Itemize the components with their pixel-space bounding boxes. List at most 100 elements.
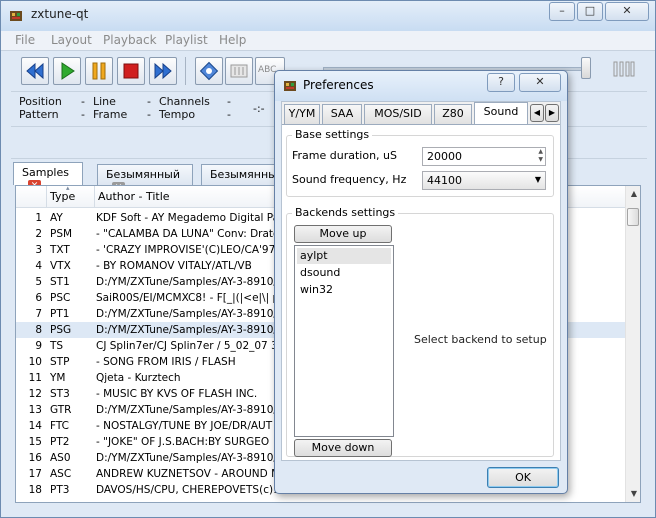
row-index: 17 <box>28 468 42 480</box>
line-value: - <box>147 95 151 108</box>
previous-button[interactable] <box>21 57 49 85</box>
seek-slider-handle[interactable] <box>581 57 591 79</box>
column-title[interactable]: Author - Title <box>98 190 170 203</box>
tab-ay-ym[interactable]: Y/YM <box>284 104 320 124</box>
row-index: 9 <box>35 340 42 352</box>
header-separator <box>94 186 95 208</box>
row-type: AY <box>50 212 63 224</box>
row-type: YM <box>50 372 66 384</box>
row-type: PSC <box>50 292 71 304</box>
row-index: 8 <box>35 324 42 336</box>
menu-file[interactable]: File <box>15 33 35 47</box>
move-down-button[interactable]: Move down <box>294 439 392 457</box>
play-icon <box>61 62 75 80</box>
row-index: 14 <box>28 420 42 432</box>
menu-playback[interactable]: Playback <box>103 33 157 47</box>
frame-duration-spinbox[interactable]: 20000 ▲ ▼ <box>422 147 546 166</box>
close-window-button[interactable]: ✕ <box>605 2 649 21</box>
tempo-value: - <box>227 108 231 121</box>
pause-button[interactable] <box>85 57 113 85</box>
tab-z80[interactable]: Z80 <box>434 104 472 124</box>
spin-arrows-icon[interactable]: ▲ ▼ <box>538 148 543 164</box>
mixer-button[interactable] <box>225 57 253 85</box>
minimize-button[interactable]: – <box>549 2 575 21</box>
pattern-label: Pattern <box>19 108 59 121</box>
close-dialog-button[interactable]: ✕ <box>519 73 561 92</box>
row-index: 10 <box>28 356 42 368</box>
menu-layout[interactable]: Layout <box>51 33 92 47</box>
row-type: PT1 <box>50 308 70 320</box>
header-separator <box>46 186 47 208</box>
backend-item[interactable]: win32 <box>297 282 391 298</box>
line-label: Line <box>93 95 116 108</box>
preferences-dialog: Preferences ? ✕ Y/YM SAA MOS/SID Z80 Sou… <box>274 70 568 494</box>
row-type: PSG <box>50 324 72 336</box>
frame-label: Frame <box>93 108 128 121</box>
tempo-label: Tempo <box>159 108 196 121</box>
preferences-titlebar: Preferences ? ✕ <box>275 71 567 101</box>
move-up-button[interactable]: Move up <box>294 225 392 243</box>
scroll-up-icon[interactable]: ▲ <box>626 186 640 202</box>
sound-frequency-select[interactable]: 44100 ▼ <box>422 171 546 190</box>
tab-saa[interactable]: SAA <box>322 104 362 124</box>
fast-forward-icon <box>154 62 172 80</box>
menu-help[interactable]: Help <box>219 33 246 47</box>
menubar: File Layout Playback Playlist Help <box>1 31 655 51</box>
preferences-title: Preferences <box>303 78 374 92</box>
minimize-icon: – <box>559 4 565 17</box>
tab-mos-sid[interactable]: MOS/SID <box>364 104 432 124</box>
tab-scroll-left-icon[interactable]: ◀ <box>530 104 544 122</box>
row-type: STP <box>50 356 70 368</box>
row-index: 3 <box>35 244 42 256</box>
row-type: ASC <box>50 468 72 480</box>
help-button[interactable]: ? <box>487 73 515 92</box>
toolbar-separator <box>185 57 186 85</box>
loop-button[interactable] <box>195 57 223 85</box>
tab-untitled-2[interactable]: Безымянный <box>201 164 284 185</box>
help-label: ? <box>498 75 504 88</box>
mixer-icon <box>230 64 248 78</box>
tab-untitled-1-label: Безымянный <box>106 168 180 181</box>
row-type: TXT <box>50 244 70 256</box>
position-label: Position <box>19 95 62 108</box>
row-index: 13 <box>28 404 42 416</box>
tab-untitled-1[interactable]: Безымянный✕ <box>97 164 193 194</box>
play-button[interactable] <box>53 57 81 85</box>
row-index: 11 <box>28 372 42 384</box>
channels-value: - <box>227 95 231 108</box>
maximize-button[interactable]: □ <box>577 2 603 21</box>
tab-scroll-right-icon[interactable]: ▶ <box>545 104 559 122</box>
row-index: 18 <box>28 484 42 496</box>
row-type: FTC <box>50 420 69 432</box>
tab-sound[interactable]: Sound <box>474 102 528 126</box>
column-type[interactable]: Type <box>50 190 75 203</box>
main-titlebar: zxtune-qt – □ ✕ <box>1 1 655 31</box>
menu-playlist[interactable]: Playlist <box>165 33 208 47</box>
pause-icon <box>92 62 106 80</box>
row-type: AS0 <box>50 452 71 464</box>
row-type: PSM <box>50 228 73 240</box>
scroll-down-icon[interactable]: ▼ <box>626 486 640 502</box>
stop-button[interactable] <box>117 57 145 85</box>
sort-indicator-icon: ▴ <box>66 185 70 192</box>
maximize-icon: □ <box>584 4 596 17</box>
backend-item[interactable]: aylpt <box>297 248 391 264</box>
chevron-down-icon: ▼ <box>534 175 541 184</box>
tab-samples[interactable]: Samples✕ <box>13 162 83 192</box>
backend-item[interactable]: dsound <box>297 265 391 281</box>
loop-icon <box>199 61 219 81</box>
row-type: GTR <box>50 404 72 416</box>
row-index: 2 <box>35 228 42 240</box>
ok-button[interactable]: OK <box>487 467 559 488</box>
playlist-scroll-thumb[interactable] <box>627 208 639 226</box>
row-index: 4 <box>35 260 42 272</box>
row-index: 5 <box>35 276 42 288</box>
next-button[interactable] <box>149 57 177 85</box>
backend-list[interactable]: aylpt dsound win32 <box>294 245 394 437</box>
tab-untitled-2-label: Безымянный <box>210 168 284 181</box>
row-type: PT2 <box>50 436 70 448</box>
close-icon: ✕ <box>622 4 632 17</box>
playlist-scrollbar[interactable]: ▲ ▼ <box>625 186 640 502</box>
volume-icon[interactable] <box>613 59 635 79</box>
frame-duration-label: Frame duration, uS <box>292 149 398 162</box>
